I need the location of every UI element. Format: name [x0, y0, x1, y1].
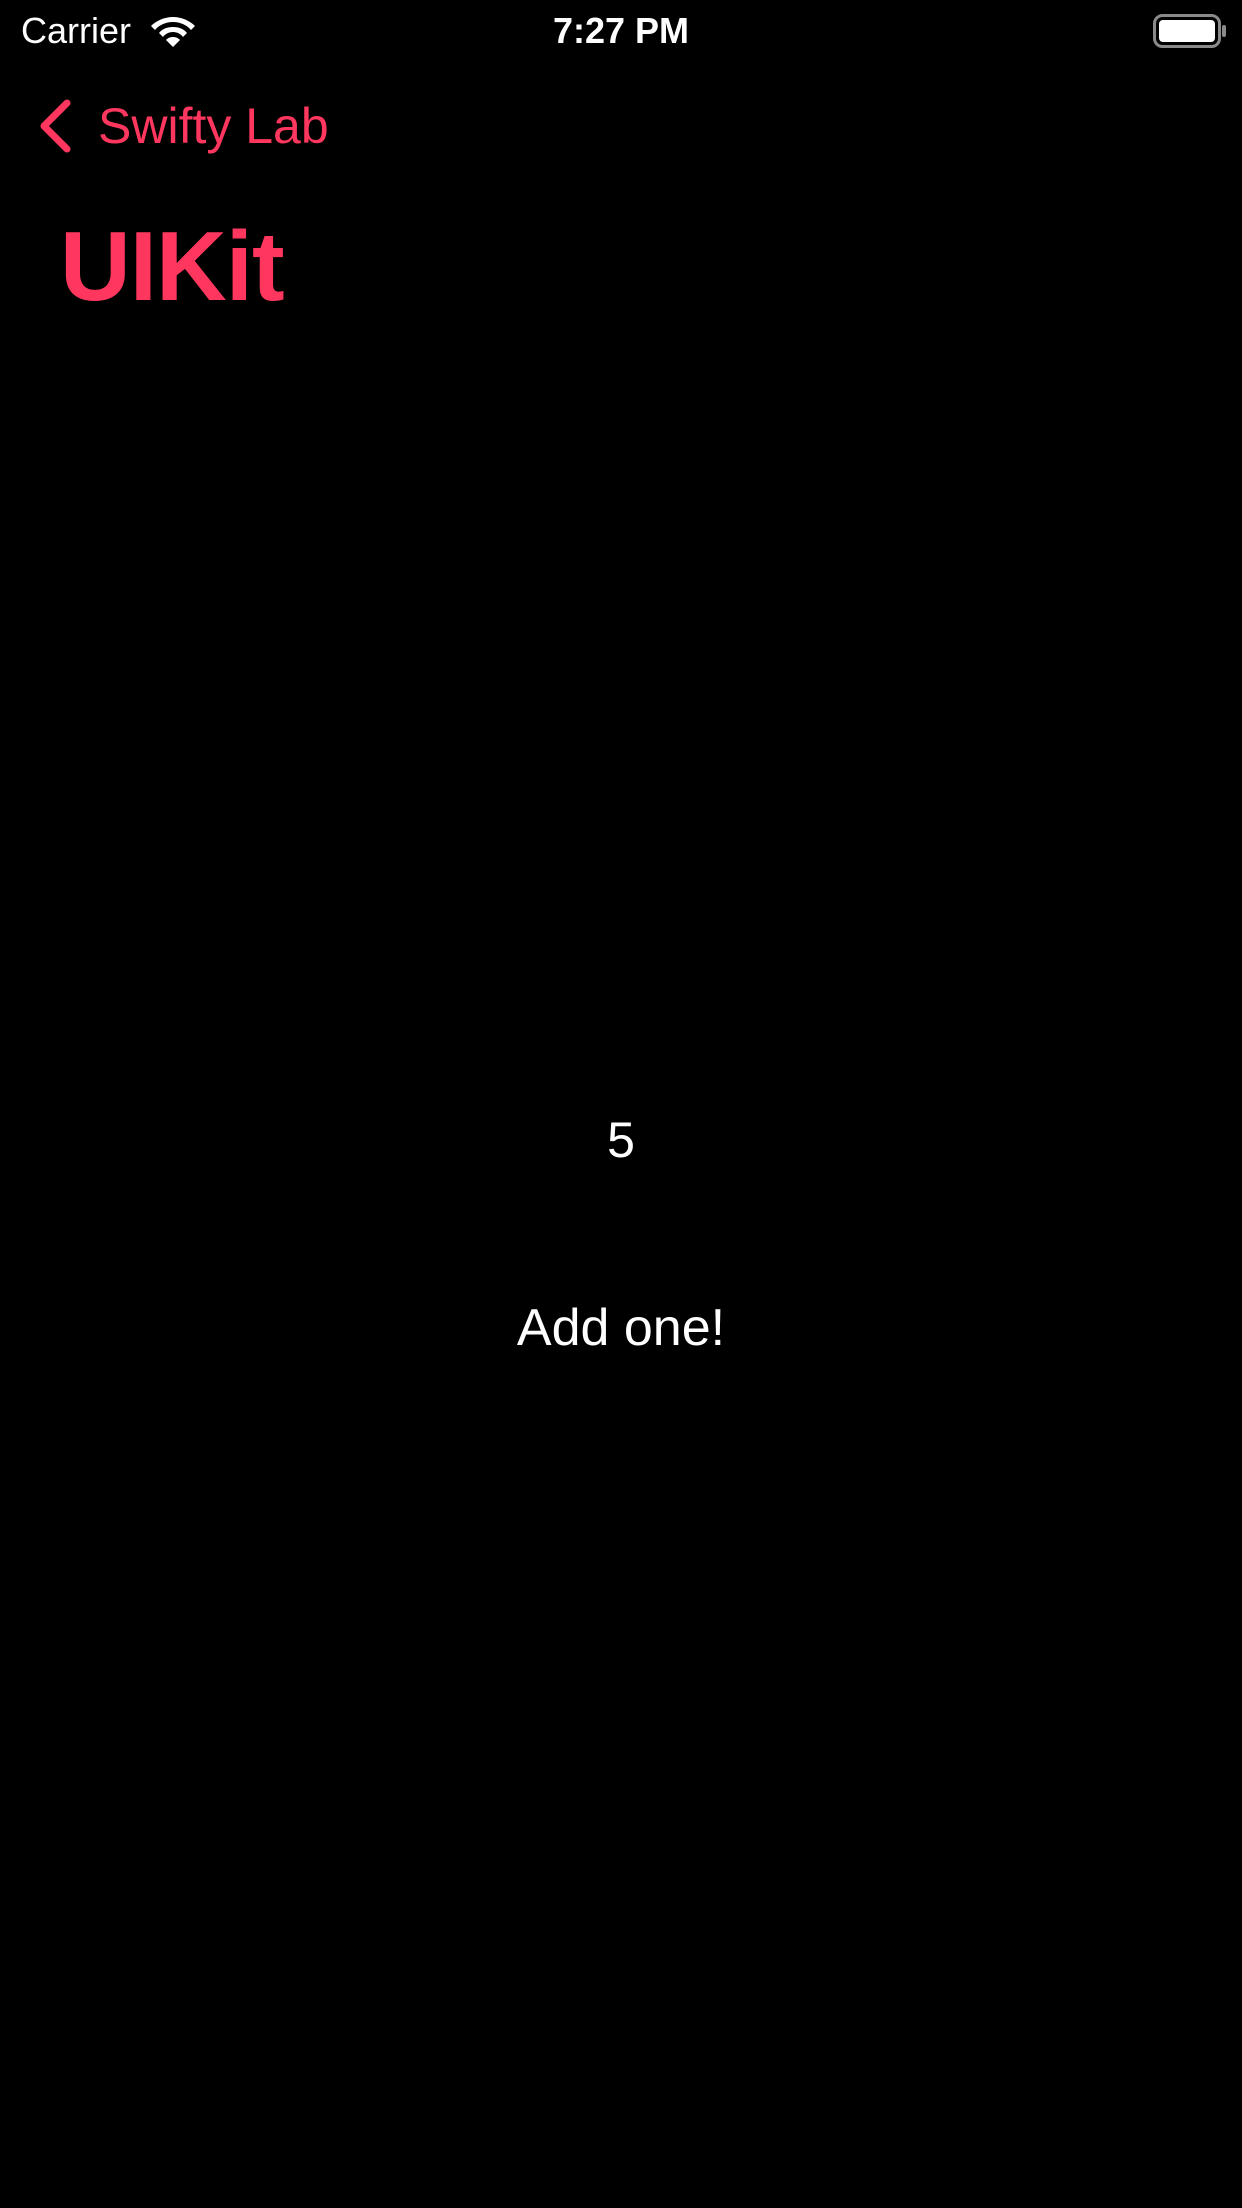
- battery-full-icon: [1153, 14, 1226, 48]
- counter-value: 5: [607, 1112, 635, 1168]
- navigation-bar: Swifty Lab: [0, 80, 1242, 172]
- back-button[interactable]: Swifty Lab: [36, 92, 329, 160]
- back-button-label: Swifty Lab: [98, 98, 329, 154]
- status-time: 7:27 PM: [552, 10, 690, 51]
- chevron-left-icon: [40, 99, 71, 153]
- add-one-button[interactable]: Add one!: [471, 1290, 771, 1366]
- status-bar: Carrier 7:27 PM: [0, 0, 1242, 62]
- page-title: UIKit: [60, 211, 285, 321]
